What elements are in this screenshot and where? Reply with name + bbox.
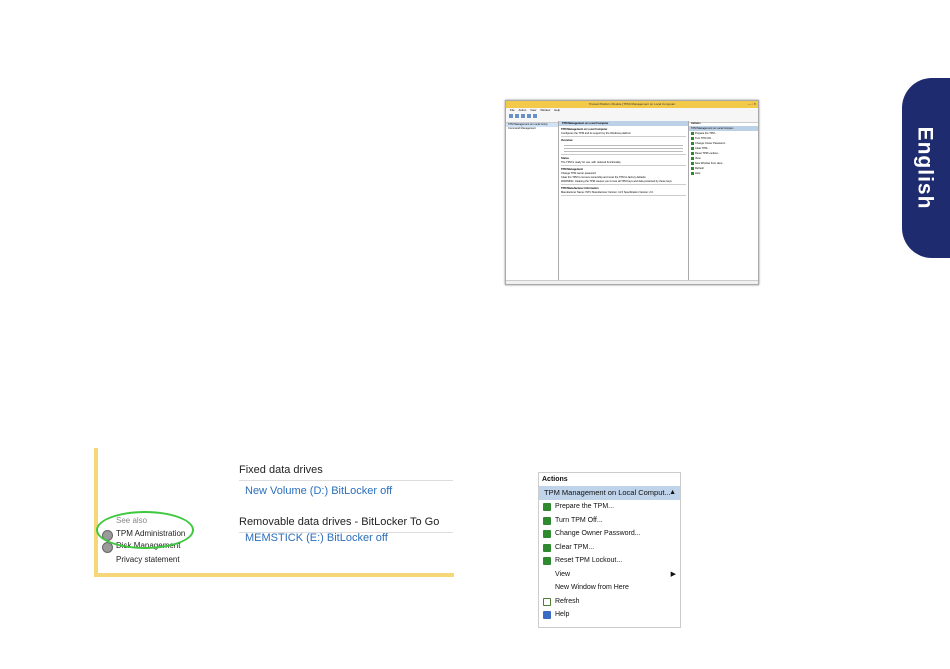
action-change-password[interactable]: Change Owner Password... xyxy=(539,527,680,541)
back-icon[interactable] xyxy=(509,114,513,118)
actions-title: Actions xyxy=(542,476,568,483)
action-clear[interactable]: Clear TPM... xyxy=(539,541,680,555)
tpm-icon xyxy=(543,503,551,511)
help-icon xyxy=(543,611,551,619)
menu-action[interactable]: Action xyxy=(519,108,527,113)
overview-title: Overview xyxy=(561,139,573,142)
actions-pane-small: Actions TPM Management on Local Comput..… xyxy=(689,121,758,281)
action-label: Help xyxy=(555,611,570,618)
action-label: Reset TPM Lockout... xyxy=(555,557,623,564)
intro-text: Configures the TPM and its support by th… xyxy=(561,132,631,135)
window-controls[interactable]: — ▫ ✕ xyxy=(748,102,756,106)
main-pane: TPM Management on Local Computer TPM Man… xyxy=(559,121,689,281)
action-label: Turn TPM Off... xyxy=(555,516,603,524)
action-label: Change Owner Password... xyxy=(555,530,641,537)
action-new-window[interactable]: New Window from Here xyxy=(539,581,680,595)
language-tab-label: English xyxy=(913,126,936,210)
help-icon[interactable] xyxy=(533,114,537,118)
menu-view[interactable]: View xyxy=(530,108,536,113)
properties-icon[interactable] xyxy=(527,114,531,118)
action-label: Prepare the TPM... xyxy=(555,503,615,510)
privacy-statement-link[interactable]: Privacy statement xyxy=(116,555,180,564)
action-label: Refresh xyxy=(555,597,580,605)
action-help[interactable]: Help xyxy=(539,608,680,622)
action-prepare[interactable]: Prepare the TPM... xyxy=(539,500,680,514)
action-label: New Window from Here xyxy=(555,584,629,591)
action-view[interactable]: View ▶ xyxy=(539,568,680,582)
highlight-circle xyxy=(96,511,194,549)
collapse-icon[interactable]: ▲ xyxy=(669,486,676,500)
panel-bottom-border xyxy=(94,573,454,577)
tpm-icon xyxy=(543,543,551,552)
actions-subheader-label: TPM Management on Local Comput... xyxy=(544,488,671,497)
tree-pane: TPM Management on Local Comp Command Man… xyxy=(506,121,559,281)
window-title-bar: Trusted Platform Module (TPM) Management… xyxy=(506,101,758,108)
status-section: Status The TPM is ready for use, with re… xyxy=(561,157,686,166)
status-bar xyxy=(506,280,758,284)
bitlocker-panel: Fixed data drives New Volume (D:) BitLoc… xyxy=(94,448,454,577)
actions-panel: Actions TPM Management on Local Comput..… xyxy=(538,472,681,628)
action-item-small[interactable]: Help xyxy=(689,171,758,176)
action-reset-lockout[interactable]: Reset TPM Lockout... xyxy=(539,554,680,568)
manufacturer-version: Manufacturer Version: 11.5 xyxy=(592,191,624,194)
tree-item-command[interactable]: Command Management xyxy=(506,127,558,131)
window-title: Trusted Platform Module (TPM) Management… xyxy=(588,102,676,106)
menu-help[interactable]: Help xyxy=(554,108,560,113)
divider xyxy=(239,480,453,481)
language-tab: English xyxy=(902,78,950,258)
fixed-drives-heading: Fixed data drives xyxy=(239,464,323,476)
submenu-arrow-icon: ▶ xyxy=(670,570,676,578)
manufacturer-section: TPM Manufacturer Information Manufacture… xyxy=(561,187,686,196)
warning-text: WARNING: Clearing the TPM causes you to … xyxy=(561,180,673,183)
actions-subheader[interactable]: TPM Management on Local Comput... ▲ xyxy=(539,486,680,500)
up-icon[interactable] xyxy=(521,114,525,118)
tpm-icon xyxy=(543,557,551,565)
management-section: TPM Management Change TPM owner password… xyxy=(561,168,686,185)
memstick-link[interactable]: MEMSTICK (E:) BitLocker off xyxy=(245,532,388,544)
menu-file[interactable]: File xyxy=(510,108,515,113)
status-text: The TPM is ready for use, with reduced f… xyxy=(561,161,622,164)
spec-version: Specification Version: 2.0 xyxy=(623,191,653,194)
menu-window[interactable]: Window xyxy=(540,108,550,113)
main-header: TPM Management on Local Computer xyxy=(559,121,688,126)
overview-section: Overview xyxy=(561,139,686,155)
action-turn-off[interactable]: Turn TPM Off... xyxy=(539,514,680,528)
intro-section: TPM Management on Local Computer Configu… xyxy=(561,128,686,137)
volume-d-link[interactable]: New Volume (D:) BitLocker off xyxy=(245,485,392,497)
panel-left-border xyxy=(94,448,98,577)
action-label: View xyxy=(555,570,571,578)
tpm-icon xyxy=(543,516,551,525)
forward-icon[interactable] xyxy=(515,114,519,118)
action-label: Clear TPM... xyxy=(555,543,595,551)
refresh-icon xyxy=(543,597,551,606)
removable-drives-heading: Removable data drives - BitLocker To Go xyxy=(239,516,440,528)
manufacturer-name: Manufacturer Name: INTC xyxy=(561,191,592,194)
tpm-icon xyxy=(543,530,551,538)
action-refresh[interactable]: Refresh xyxy=(539,595,680,609)
tpm-management-window: Trusted Platform Module (TPM) Management… xyxy=(505,100,759,285)
